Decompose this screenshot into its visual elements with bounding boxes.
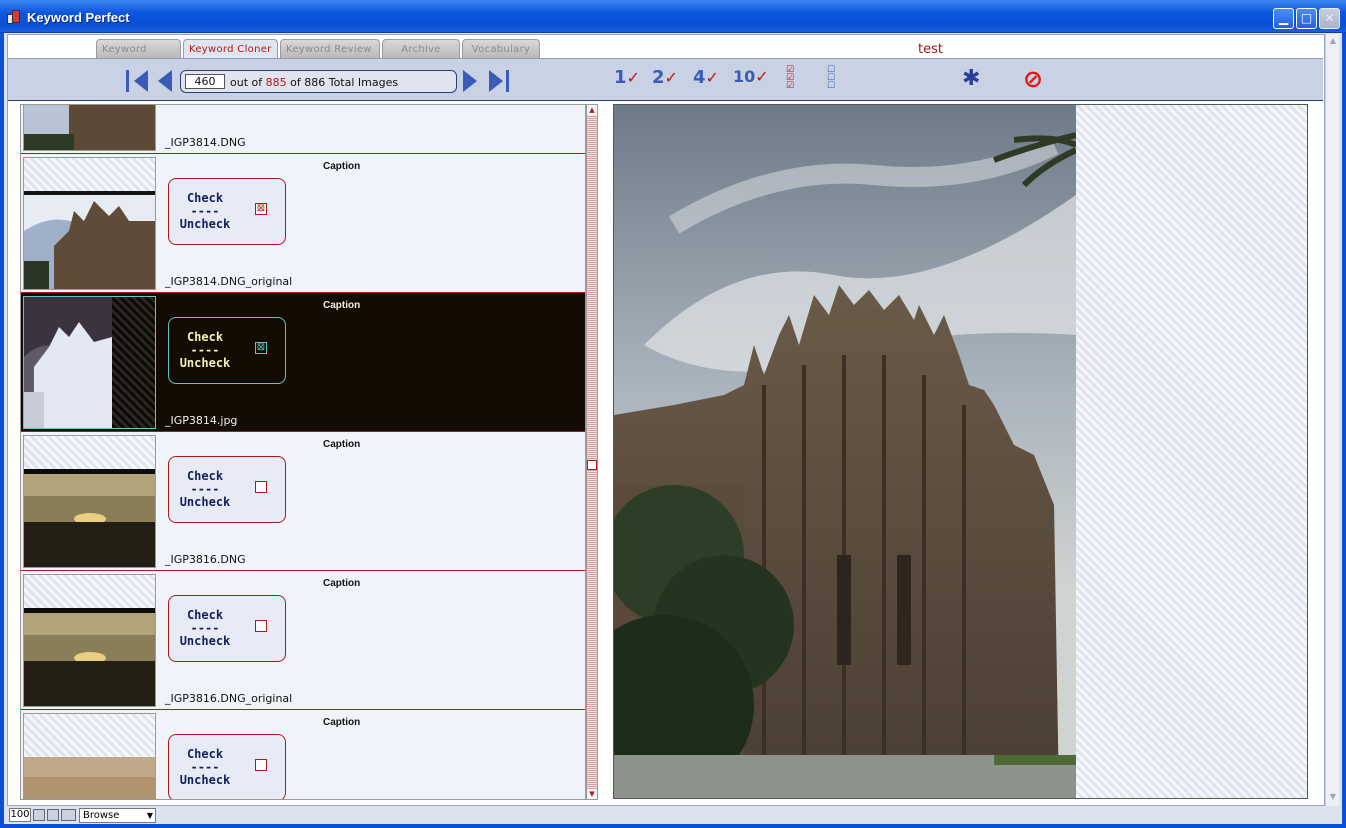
filename: _IGP3814.DNG (165, 136, 246, 149)
preview-photo (614, 105, 1076, 798)
zoom-in-icon[interactable] (47, 809, 59, 821)
scroll-down-arrow-icon[interactable]: ▼ (587, 789, 597, 799)
status-toggle-icon[interactable] (61, 809, 76, 821)
tab-archive[interactable]: Archive (382, 39, 460, 59)
check-uncheck-button[interactable]: Check ---- Uncheck (177, 331, 233, 370)
status-bar: 100 Browse ▼ (7, 806, 1339, 824)
thumbnail (23, 435, 156, 568)
image-preview (613, 104, 1308, 799)
check-uncheck-panel: Check ---- Uncheck (168, 734, 286, 799)
filename: _IGP3816.DNG (165, 553, 246, 566)
record-counter: 460 out of 885 of 886 Total Images (180, 70, 457, 93)
last-record-button[interactable] (487, 70, 511, 92)
chevron-down-icon: ▼ (146, 811, 153, 820)
maximize-button[interactable]: □ (1296, 8, 1317, 29)
window-scrollbar[interactable]: ▲ ▼ (1325, 34, 1339, 806)
check-1-icon[interactable]: 1✓ (614, 67, 640, 95)
thumbnail (23, 296, 156, 429)
image-list[interactable]: _IGP3814.DNG Caption Check ---- Uncheck ⊠ … (20, 104, 586, 800)
filename: _IGP3816.DNG_original (165, 692, 293, 705)
check-10-icon[interactable]: 10✓ (733, 67, 769, 95)
window-title-bar[interactable]: Keyword Perfect ▁ □ ✕ (0, 0, 1346, 33)
row-checkbox[interactable]: ⊠ (255, 342, 267, 354)
scroll-up-arrow-icon[interactable]: ▲ (587, 105, 597, 115)
check-uncheck-button[interactable]: Check ---- Uncheck (177, 748, 233, 787)
list-item[interactable]: _IGP3814.DNG (21, 105, 585, 154)
zoom-level[interactable]: 100 (9, 808, 31, 822)
tab-keyword-entry[interactable]: Keyword Entry (96, 39, 181, 75)
caption-label: Caption (323, 161, 361, 172)
row-checkbox[interactable] (255, 759, 267, 771)
first-record-button[interactable] (126, 70, 150, 92)
check-uncheck-panel: Check ---- Uncheck (168, 595, 286, 662)
thumbnail (23, 574, 156, 707)
app-icon (7, 10, 21, 24)
check-all-icon[interactable]: ☑ ☑ ☑ (786, 66, 794, 94)
scroll-thumb[interactable] (587, 460, 597, 470)
check-4-icon[interactable]: 4✓ (693, 67, 719, 95)
check-uncheck-button[interactable]: Check ---- Uncheck (177, 609, 233, 648)
list-item[interactable]: Caption Check ---- Uncheck ⊠ _IGP3814.DNG_… (21, 154, 585, 293)
mode-select[interactable]: Browse ▼ (79, 808, 156, 823)
thumbnail (23, 713, 156, 799)
list-item-selected[interactable]: Caption Check ---- Uncheck ⊠ _IGP3814.jpg (21, 293, 585, 432)
settings-gear-icon[interactable]: ✱ (962, 66, 980, 94)
cancel-icon[interactable]: ⊘ (1023, 65, 1043, 93)
check-2-icon[interactable]: 2✓ (652, 67, 678, 95)
prev-record-button[interactable] (154, 70, 172, 92)
caption-label: Caption (323, 439, 361, 450)
record-count-text: out of 885 of 886 Total Images (230, 76, 399, 89)
tab-vocabulary[interactable]: Vocabulary (462, 39, 540, 59)
window-title: Keyword Perfect (27, 10, 130, 25)
scroll-down-arrow-icon[interactable]: ▼ (1328, 792, 1338, 804)
caption-label: Caption (323, 300, 361, 311)
uncheck-all-icon[interactable]: ☐ ☐ ☐ (827, 66, 835, 94)
filename: _IGP3814.jpg (165, 414, 238, 427)
list-scrollbar[interactable]: ▲ ▼ (586, 104, 598, 800)
close-button[interactable]: ✕ (1319, 8, 1340, 29)
check-uncheck-panel: Check ---- Uncheck ⊠ (168, 178, 286, 245)
scroll-up-arrow-icon[interactable]: ▲ (1328, 36, 1338, 48)
check-uncheck-panel: Check ---- Uncheck (168, 456, 286, 523)
row-checkbox[interactable] (255, 620, 267, 632)
thumbnail (23, 157, 156, 290)
thumbnail (23, 105, 156, 151)
caption-label: Caption (323, 578, 361, 589)
next-record-button[interactable] (463, 70, 481, 92)
list-item[interactable]: Caption Check ---- Uncheck _IGP3816.DNG_or… (21, 571, 585, 710)
minimize-button[interactable]: ▁ (1273, 8, 1294, 29)
check-uncheck-panel: Check ---- Uncheck ⊠ (168, 317, 286, 384)
tab-keyword-cloner[interactable]: Keyword Cloner (183, 39, 278, 59)
zoom-out-icon[interactable] (33, 809, 45, 821)
current-record-field[interactable]: 460 (185, 74, 225, 89)
row-checkbox[interactable] (255, 481, 267, 493)
page-title: test (918, 42, 943, 57)
tab-strip: Keyword Entry Keyword Cloner Keyword Rev… (96, 39, 540, 75)
filename: _IGP3814.DNG_original (165, 275, 293, 288)
row-checkbox[interactable]: ⊠ (255, 203, 267, 215)
check-uncheck-button[interactable]: Check ---- Uncheck (177, 192, 233, 231)
list-item[interactable]: Caption Check ---- Uncheck (21, 710, 585, 799)
check-uncheck-button[interactable]: Check ---- Uncheck (177, 470, 233, 509)
tab-keyword-review[interactable]: Keyword Review (280, 39, 380, 59)
caption-label: Caption (323, 717, 361, 728)
list-item[interactable]: Caption Check ---- Uncheck _IGP3816.DNG (21, 432, 585, 571)
